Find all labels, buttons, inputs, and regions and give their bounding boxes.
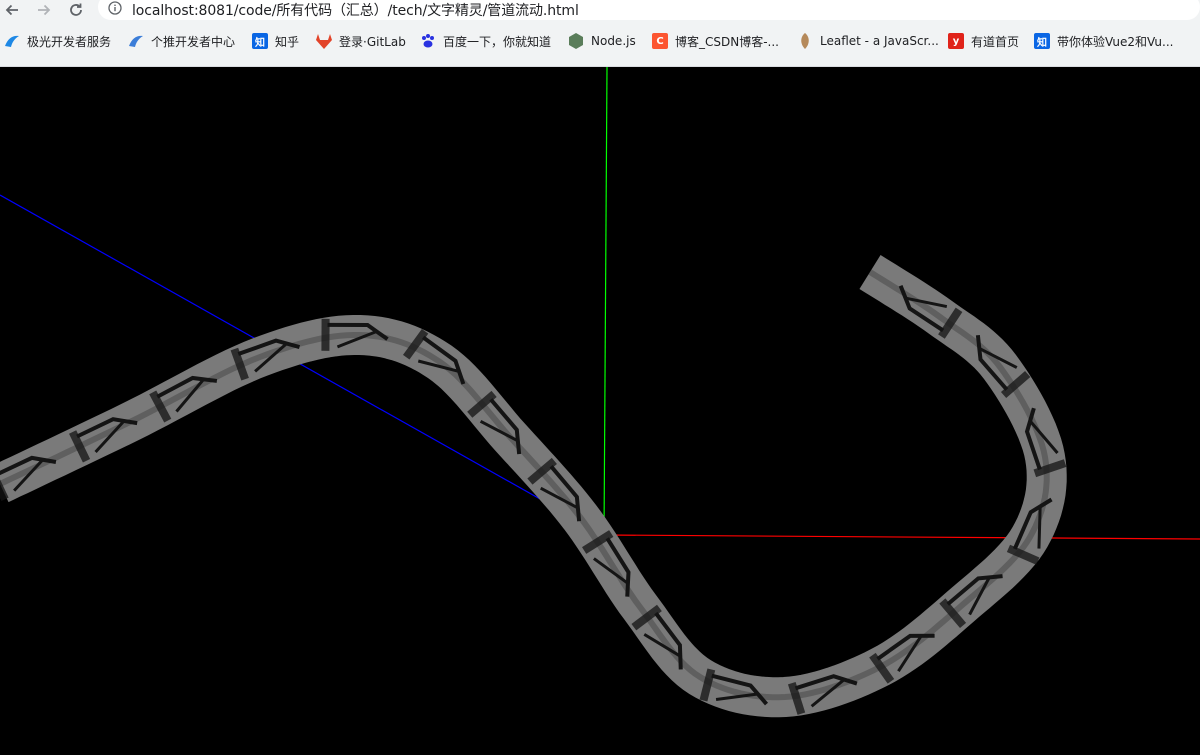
info-icon[interactable]	[108, 1, 122, 15]
pipe-scene	[0, 67, 1200, 718]
bookmark-item[interactable]: C 博客_CSDN博客-...	[652, 28, 779, 54]
bookmark-label: 登录·GitLab	[339, 34, 406, 49]
bookmark-label: 带你体验Vue2和Vu...	[1057, 34, 1174, 49]
bookmark-item[interactable]: 知带你体验Vue2和Vu...	[1034, 28, 1173, 54]
y-axis-line	[603, 67, 608, 536]
x-axis-line	[603, 534, 1200, 540]
bookmark-item[interactable]: 个推开发者中心	[128, 28, 235, 54]
tube	[0, 255, 1067, 718]
youdao-icon: y	[948, 33, 964, 49]
bookmarks-bar: 极光开发者服务 个推开发者中心知知乎 登录·GitLab 百度一下，你就知道 Node.…	[0, 28, 1200, 54]
address-row: localhost:8081/code/所有代码（汇总）/tech/文字精灵/管…	[0, 0, 1200, 22]
bookmark-label: 个推开发者中心	[151, 34, 236, 49]
csdn-icon: C	[652, 33, 668, 49]
zhihu-icon: 知	[252, 33, 268, 49]
webgl-canvas[interactable]	[0, 67, 1200, 755]
address-bar[interactable]: localhost:8081/code/所有代码（汇总）/tech/文字精灵/管…	[98, 0, 1200, 20]
browser-toolbar: localhost:8081/code/所有代码（汇总）/tech/文字精灵/管…	[0, 0, 1200, 67]
leaflet-leaf-icon	[797, 33, 813, 49]
bookmark-item[interactable]: 登录·GitLab	[316, 28, 406, 54]
getui-bird-icon	[128, 33, 144, 49]
bookmark-label: Node.js	[591, 34, 636, 48]
jiguang-icon	[4, 33, 20, 49]
bookmark-label: 极光开发者服务	[27, 34, 112, 49]
bookmark-item[interactable]: Leaflet - a JavaScr...	[797, 28, 939, 54]
nodejs-hexagon-icon	[568, 33, 584, 49]
bookmark-label: Leaflet - a JavaScr...	[820, 34, 939, 48]
baidu-paw-icon	[420, 33, 436, 49]
bookmark-item[interactable]: 百度一下，你就知道	[420, 28, 551, 54]
reload-icon	[70, 3, 82, 16]
url-text[interactable]: localhost:8081/code/所有代码（汇总）/tech/文字精灵/管…	[132, 0, 579, 20]
bookmark-item[interactable]: 知知乎	[252, 28, 299, 54]
tube-body	[0, 255, 1067, 718]
reload-button[interactable]	[64, 0, 88, 20]
bookmark-label: 博客_CSDN博客-...	[675, 34, 779, 49]
arrow-right-icon	[38, 4, 51, 16]
bookmark-item[interactable]: Node.js	[568, 28, 636, 54]
bookmark-label: 百度一下，你就知道	[443, 34, 552, 49]
forward-button[interactable]	[32, 0, 56, 20]
bookmark-label: 有道首页	[971, 34, 1020, 49]
zhihu-icon: 知	[1034, 33, 1050, 49]
z-axis-line	[0, 194, 605, 536]
arrow-left-icon	[5, 4, 18, 16]
back-button[interactable]	[0, 0, 24, 20]
gitlab-fox-icon	[316, 33, 332, 49]
bookmark-item[interactable]: y 有道首页	[948, 28, 1019, 54]
bookmark-label: 知乎	[275, 34, 300, 49]
bookmark-item[interactable]: 极光开发者服务	[4, 28, 111, 54]
tube-shading	[0, 269, 1050, 701]
